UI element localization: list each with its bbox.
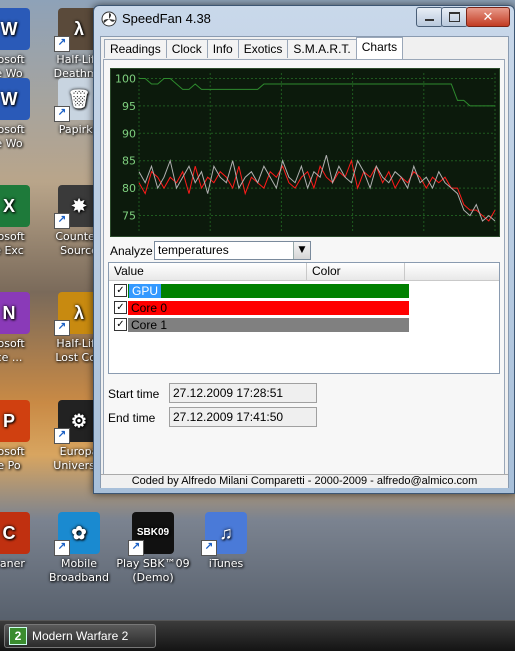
analyze-value: temperatures: [158, 243, 229, 257]
shortcut-arrow-icon: ↗: [54, 540, 70, 556]
y-tick-label: 100: [115, 72, 136, 85]
shortcut-arrow-icon: ↗: [128, 540, 144, 556]
mw2-icon: 2: [9, 627, 27, 645]
app-icon: ♫ ↗: [201, 512, 247, 556]
desktop-icon-label: rosoft: [0, 123, 25, 136]
desktop-icon-label: ce ...: [0, 351, 23, 364]
list-item[interactable]: ✓ Core 0: [114, 301, 414, 315]
desktop-icon-label: rosoft: [0, 53, 25, 66]
title-bar[interactable]: SpeedFan 4.38 ✕: [94, 6, 514, 32]
app-icon: W↗: [0, 78, 30, 120]
series-name: GPU: [129, 284, 162, 298]
app-icon: X↗: [0, 185, 30, 227]
list-item[interactable]: ✓ Core 1: [114, 318, 414, 332]
desktop-icon[interactable]: ♫ ↗ iTunes: [187, 512, 265, 571]
tab-clock[interactable]: Clock: [165, 39, 208, 58]
speedfan-icon: [101, 11, 117, 27]
desktop-icon-label: e Exc: [0, 244, 24, 257]
checkbox[interactable]: ✓: [114, 318, 127, 331]
desktop-icon[interactable]: N↗ rosoftce ...: [0, 292, 48, 365]
list-item[interactable]: ✓ GPU: [114, 284, 414, 298]
maximize-icon: [449, 12, 460, 22]
window-title: SpeedFan 4.38: [122, 11, 211, 26]
tab-charts[interactable]: Charts: [355, 37, 404, 59]
checkbox[interactable]: ✓: [114, 284, 127, 297]
desktop-icon-label: Mobile: [60, 557, 98, 570]
desktop-icon-label: iTunes: [208, 557, 244, 570]
taskbar-button-label: Modern Warfare 2: [32, 629, 129, 643]
minimize-button[interactable]: [416, 7, 443, 27]
desktop-icon-label: rosoft: [0, 445, 25, 458]
chart-svg: 100 95 90 85 80 75: [115, 72, 496, 232]
tab-info[interactable]: Info: [206, 39, 239, 58]
tab-exotics[interactable]: Exotics: [237, 39, 289, 58]
shortcut-arrow-icon: ↗: [54, 36, 70, 52]
series-list[interactable]: Value Color ✓ GPU ✓ Core 0 ✓ Core 1: [108, 262, 500, 374]
y-tick-label: 85: [122, 155, 136, 168]
close-icon: ✕: [482, 9, 494, 25]
desktop-icon-label: (Demo): [132, 571, 174, 584]
desktop-icon[interactable]: ✿ ↗ Mobile Broadband: [40, 512, 118, 585]
taskbar: 2 Modern Warfare 2: [0, 620, 515, 651]
checkbox[interactable]: ✓: [114, 301, 127, 314]
series-name: Core 0: [131, 301, 168, 315]
analyze-label: Analyze: [110, 244, 153, 258]
shortcut-arrow-icon: ↗: [54, 106, 70, 122]
taskbar-button[interactable]: 2 Modern Warfare 2: [4, 624, 156, 648]
app-icon: N↗: [0, 292, 30, 334]
shortcut-arrow-icon: ↗: [54, 320, 70, 336]
start-time-label: Start time: [108, 387, 160, 401]
tab-readings[interactable]: Readings: [104, 39, 167, 58]
desktop-icon[interactable]: SBK09 ↗ Play SBK™09 (Demo): [114, 512, 192, 585]
desktop-icon-label: rosoft: [0, 337, 25, 350]
desktop-icon[interactable]: C↗ eaner: [0, 512, 48, 571]
shortcut-arrow-icon: ↗: [54, 213, 70, 229]
series-line-core-0: [138, 158, 496, 222]
app-icon: P↗: [0, 400, 30, 442]
window-client: Readings Clock Info Exotics S.M.A.R.T. C…: [100, 36, 509, 488]
shortcut-arrow-icon: ↗: [201, 540, 217, 556]
close-button[interactable]: ✕: [466, 7, 510, 27]
y-tick-label: 90: [122, 127, 136, 140]
app-icon: W↗: [0, 8, 30, 50]
column-color[interactable]: Color: [307, 263, 405, 280]
color-swatch[interactable]: [128, 301, 409, 315]
y-tick-label: 95: [122, 100, 136, 113]
color-swatch[interactable]: [128, 318, 409, 332]
tab-smart[interactable]: S.M.A.R.T.: [287, 39, 357, 58]
desktop-icon-label: Play SBK™09: [116, 557, 190, 570]
desktop-icon-label: e Po: [0, 459, 21, 472]
y-tick-label: 80: [122, 182, 136, 195]
desktop-icon[interactable]: W↗rosofte Wo: [0, 8, 48, 81]
app-icon: C↗: [0, 512, 30, 554]
desktop-icon[interactable]: X↗ rosofte Exc: [0, 185, 48, 258]
app-icon: ✿ ↗: [54, 512, 100, 556]
charts-panel: 100 95 90 85 80 75 Analyze temperatures ▼ Val…: [103, 59, 505, 482]
desktop-icon-label: rosoft: [0, 230, 25, 243]
end-time-label: End time: [108, 411, 156, 425]
desktop-icon-label: e Wo: [0, 137, 23, 150]
start-time-field[interactable]: 27.12.2009 17:28:51: [169, 383, 317, 403]
y-tick-label: 75: [122, 210, 136, 223]
minimize-icon: [425, 19, 434, 21]
status-bar: Coded by Alfredo Milani Comparetti - 200…: [101, 474, 508, 488]
color-swatch[interactable]: [128, 284, 409, 298]
shortcut-arrow-icon: ↗: [54, 428, 70, 444]
speedfan-window: SpeedFan 4.38 ✕ Readings Clock Info Exot…: [93, 5, 515, 494]
desktop-icon-label: Broadband: [49, 571, 109, 584]
desktop-icon[interactable]: W↗ rosofte Wo: [0, 78, 48, 151]
end-time-field[interactable]: 27.12.2009 17:41:50: [169, 407, 317, 427]
temperature-chart: 100 95 90 85 80 75: [110, 68, 500, 237]
series-name: Core 1: [131, 318, 168, 332]
list-header: Value Color: [109, 263, 499, 281]
app-icon: SBK09 ↗: [128, 512, 174, 556]
analyze-select[interactable]: temperatures ▼: [154, 241, 311, 260]
chevron-down-icon[interactable]: ▼: [293, 242, 310, 259]
column-value[interactable]: Value: [109, 263, 307, 280]
maximize-button[interactable]: [441, 7, 468, 27]
desktop-icon[interactable]: P↗ rosofte Po: [0, 400, 48, 473]
tab-strip: Readings Clock Info Exotics S.M.A.R.T. C…: [104, 37, 404, 59]
desktop-icon-label: eaner: [0, 557, 25, 570]
series-line-gpu: [139, 78, 495, 107]
